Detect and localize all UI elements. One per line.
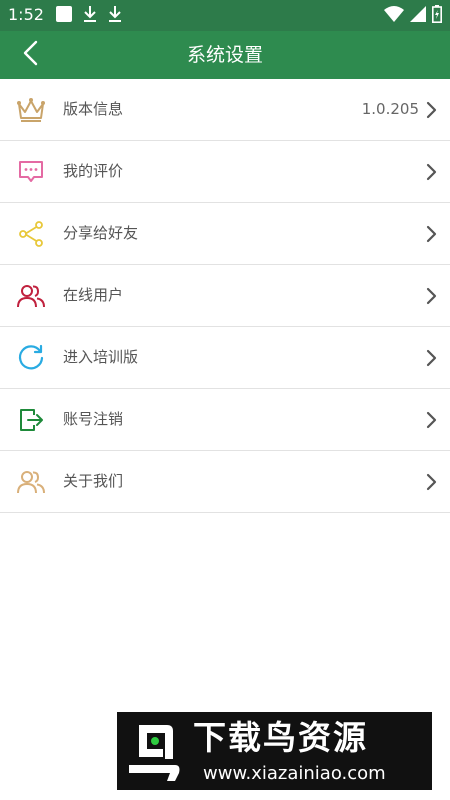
chevron-right-icon — [425, 101, 437, 119]
watermark: 下载鸟资源 www.xiazainiao.com — [117, 712, 432, 790]
chevron-right-icon — [425, 411, 437, 429]
back-button[interactable] — [12, 39, 48, 71]
item-label: 版本信息 — [63, 100, 124, 118]
page-title: 系统设置 — [186, 44, 263, 66]
refresh-icon — [16, 343, 46, 373]
list-item-version-info[interactable]: 版本信息 1.0.205 — [0, 79, 450, 141]
download-icon — [82, 5, 98, 27]
watermark-url: www.xiazainiao.com — [203, 763, 386, 784]
cell-signal-icon — [410, 6, 426, 26]
crown-icon — [16, 95, 46, 125]
comment-icon — [16, 157, 46, 187]
list-item-training-version[interactable]: 进入培训版 — [0, 327, 450, 389]
header: 系统设置 — [0, 31, 450, 79]
share-icon — [16, 219, 46, 249]
version-value: 1.0.205 — [361, 100, 419, 118]
list-item-online-users[interactable]: 在线用户 — [0, 265, 450, 327]
chevron-right-icon — [425, 473, 437, 491]
download-icon — [107, 5, 123, 27]
item-label: 我的评价 — [63, 162, 124, 180]
list-item-about-us[interactable]: 关于我们 — [0, 451, 450, 513]
item-label: 在线用户 — [63, 286, 124, 304]
item-label: 关于我们 — [63, 472, 124, 490]
item-label: 分享给好友 — [63, 224, 139, 242]
list-item-account-cancel[interactable]: 账号注销 — [0, 389, 450, 451]
list-item-share[interactable]: 分享给好友 — [0, 203, 450, 265]
chevron-left-icon — [22, 40, 38, 70]
status-bar: 1:52 — [0, 0, 450, 31]
bird-logo-icon — [123, 719, 187, 783]
watermark-title: 下载鸟资源 — [193, 718, 368, 757]
users-icon — [16, 467, 46, 497]
notification-square-icon — [55, 5, 73, 27]
chevron-right-icon — [425, 349, 437, 367]
chevron-right-icon — [425, 163, 437, 181]
logout-icon — [16, 405, 46, 435]
users-icon — [16, 281, 46, 311]
wifi-icon — [384, 6, 404, 26]
settings-list: 版本信息 1.0.205 我的评价 分享给好友 在线用户 进入培训版 账号注销 … — [0, 79, 450, 513]
battery-icon — [432, 5, 442, 27]
status-icons-right — [384, 5, 442, 27]
item-label: 进入培训版 — [63, 348, 139, 366]
item-label: 账号注销 — [63, 410, 124, 428]
status-icons-left — [55, 6, 123, 26]
status-time: 1:52 — [8, 5, 44, 24]
chevron-right-icon — [425, 287, 437, 305]
chevron-right-icon — [425, 225, 437, 243]
list-item-my-reviews[interactable]: 我的评价 — [0, 141, 450, 203]
